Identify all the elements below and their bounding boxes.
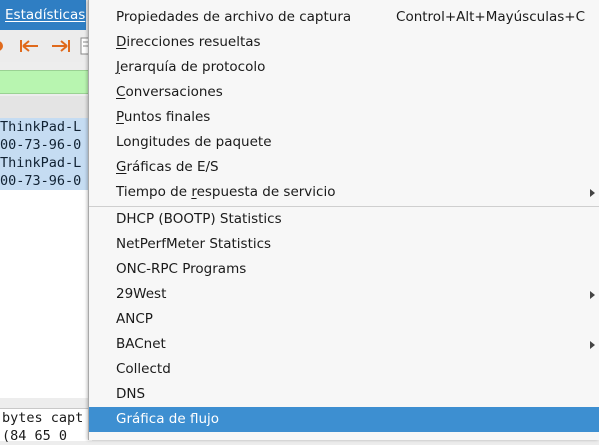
menu-item-label: DHCP (BOOTP) Statistics <box>116 211 282 227</box>
menu-item-mnemonic: D <box>116 34 127 50</box>
menu-item-conversations[interactable]: Conversaciones <box>89 80 599 105</box>
menu-item-resolved-addresses[interactable]: Direcciones resueltas <box>89 30 599 55</box>
menu-item-label: ráficas de E/S <box>126 159 219 175</box>
statistics-menu: Propiedades de archivo de captura Contro… <box>88 0 599 440</box>
menu-item-onc-rpc-programs[interactable]: ONC-RPC Programs <box>89 257 599 282</box>
menu-item-mnemonic: G <box>116 159 127 175</box>
menu-item-bacnet[interactable]: BACnet <box>89 332 599 357</box>
menu-item-shortcut: Control+Alt+Mayúsculas+C <box>396 9 585 25</box>
menu-statistics[interactable]: Estadísticas <box>0 0 86 30</box>
menu-item-label: Tiempo de <box>116 184 192 200</box>
menu-item-label: DNS <box>116 386 146 402</box>
menu-item-label: BACnet <box>116 336 166 352</box>
menu-item-label: Collectd <box>116 361 171 377</box>
display-filter-input[interactable] <box>0 70 92 94</box>
menu-item-ancp[interactable]: ANCP <box>89 307 599 332</box>
submenu-arrow-icon <box>590 189 595 197</box>
menu-item-packet-lengths[interactable]: Longitudes de paquete <box>89 130 599 155</box>
menu-item-collectd[interactable]: Collectd <box>89 357 599 382</box>
menu-item-flow-graph[interactable]: Gráfica de flujo <box>89 407 599 432</box>
menu-item-label: Gráfica de flujo <box>116 411 220 427</box>
detail-line[interactable]: bytes capt <box>0 409 92 427</box>
menu-item-label: ONC-RPC Programs <box>116 261 247 277</box>
menu-item-endpoints[interactable]: Puntos finales <box>89 105 599 130</box>
menu-item-label: 29West <box>116 286 167 302</box>
table-row[interactable]: ThinkPad-L <box>0 154 92 172</box>
menu-item-label: NetPerfMeter Statistics <box>116 236 272 252</box>
menu-item-label: Longitudes de paquete <box>116 134 272 150</box>
menu-item-label: erarquía de protocolo <box>119 59 266 75</box>
menu-item-label: irecciones resueltas <box>126 34 261 50</box>
packet-detail-pane: bytes capt (84 65 0 <box>0 408 92 444</box>
table-row[interactable]: 00-73-96-0 <box>0 172 92 190</box>
main-toolbar <box>0 30 92 62</box>
menu-item-label: onversaciones <box>125 84 223 100</box>
table-row[interactable]: ThinkPad-L <box>0 118 92 136</box>
menubar: Estadísticas <box>0 0 95 30</box>
submenu-arrow-icon <box>590 291 595 299</box>
menu-item-service-response-time[interactable]: Tiempo de respuesta de servicio <box>89 180 599 205</box>
menu-item-capture-file-properties[interactable]: Propiedades de archivo de captura Contro… <box>89 5 599 30</box>
menu-item-io-graphs[interactable]: Gráficas de E/S <box>89 155 599 180</box>
menu-item-protocol-hierarchy[interactable]: Jerarquía de protocolo <box>89 55 599 80</box>
menu-item-dhcp-statistics[interactable]: DHCP (BOOTP) Statistics <box>89 207 599 232</box>
menu-item-29west[interactable]: 29West <box>89 282 599 307</box>
submenu-arrow-icon <box>590 341 595 349</box>
go-last-icon[interactable] <box>50 36 72 56</box>
packet-list: ThinkPad-L 00-73-96-0 ThinkPad-L 00-73-9… <box>0 118 92 398</box>
menu-item-label: ANCP <box>116 311 153 327</box>
packet-list-header <box>0 96 92 119</box>
menu-item-label: espuesta de servicio <box>196 184 336 200</box>
detail-line[interactable]: (84 65 0 <box>0 427 92 445</box>
reload-icon[interactable] <box>0 36 14 56</box>
table-row[interactable]: 00-73-96-0 <box>0 136 92 154</box>
menu-item-netperfmeter-statistics[interactable]: NetPerfMeter Statistics <box>89 232 599 257</box>
menu-item-mnemonic: P <box>116 109 124 125</box>
go-first-icon[interactable] <box>18 36 40 56</box>
menu-item-dns[interactable]: DNS <box>89 382 599 407</box>
menu-item-label: Propiedades de archivo de captura <box>116 9 352 25</box>
menu-item-label: untos finales <box>123 109 211 125</box>
